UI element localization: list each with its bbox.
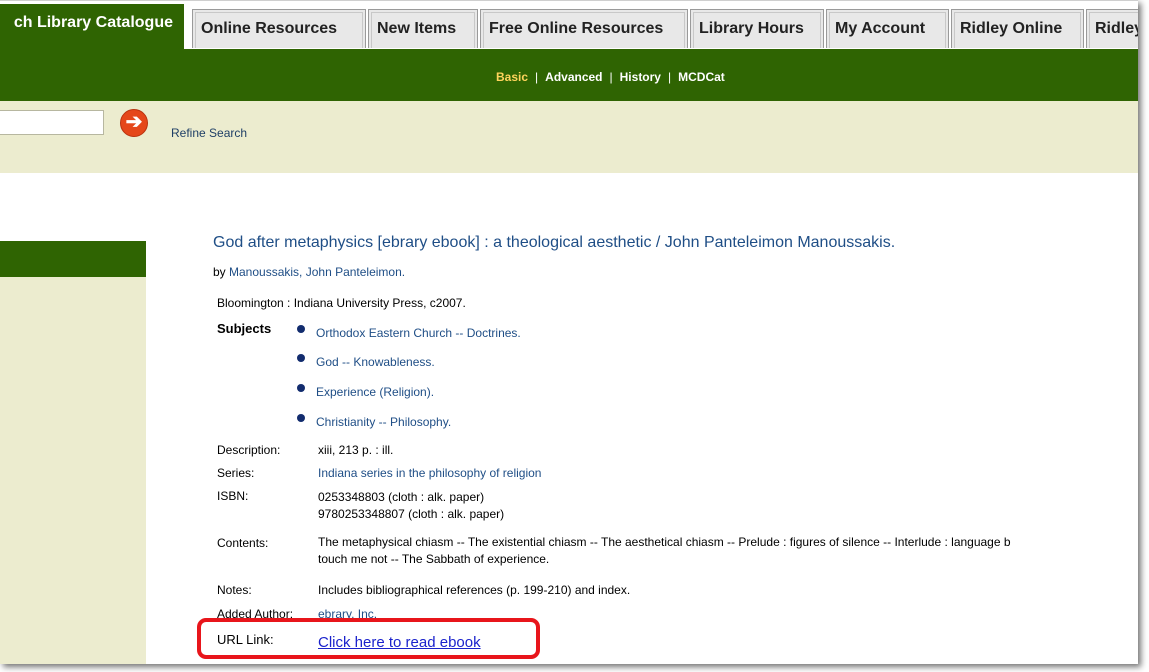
description-value: xiii, 213 p. : ill. xyxy=(318,443,394,457)
url-link-label: URL Link: xyxy=(217,632,274,647)
subnav-separator: | xyxy=(667,70,672,84)
contents-line: The metaphysical chiasm -- The existenti… xyxy=(318,535,1011,549)
subnav-separator: | xyxy=(609,70,613,84)
subjects-label: Subjects xyxy=(217,321,272,336)
tab-my-account[interactable]: My Account xyxy=(826,9,949,48)
subject-text: Christianity -- Philosophy. xyxy=(316,415,452,429)
search-bar-area: ➔ Refine Search xyxy=(0,101,1138,173)
isbn-line: 0253348803 (cloth : alk. paper) xyxy=(318,490,485,504)
tab-label: Ridley Online xyxy=(960,20,1063,37)
bullet-icon xyxy=(297,354,305,362)
search-mode-nav: Basic | Advanced | History | MCDCat xyxy=(0,49,1138,101)
subject-text: God -- Knowableness. xyxy=(316,355,435,369)
bullet-icon xyxy=(297,384,305,392)
isbn-value: 0253348803 (cloth : alk. paper) 97802533… xyxy=(318,489,504,523)
by-prefix: by xyxy=(213,265,230,279)
record-title[interactable]: God after metaphysics [ebrary ebook] : a… xyxy=(213,234,895,252)
arrow-right-circle-icon: ➔ xyxy=(125,111,143,133)
tab-online-resources[interactable]: Online Resources xyxy=(192,9,366,48)
tab-new-items[interactable]: New Items xyxy=(368,9,478,48)
subject-text: Orthodox Eastern Church -- Doctrines. xyxy=(316,326,521,340)
tab-library-catalogue[interactable]: ch Library Catalogue xyxy=(0,4,184,50)
subnav-basic-link[interactable]: Basic xyxy=(496,70,528,84)
description-label: Description: xyxy=(217,443,281,457)
catalogue-window: ch Library Catalogue Online Resources Ne… xyxy=(0,0,1138,664)
contents-value: The metaphysical chiasm -- The existenti… xyxy=(318,534,1011,568)
isbn-line: 9780253348807 (cloth : alk. paper) xyxy=(318,507,505,521)
tab-ridley[interactable]: Ridley xyxy=(1086,9,1138,48)
author-link[interactable]: Manoussakis, John Panteleimon. xyxy=(229,265,405,279)
series-link[interactable]: Indiana series in the philosophy of reli… xyxy=(318,466,541,480)
read-ebook-link[interactable]: Click here to read ebook xyxy=(318,634,481,651)
contents-label: Contents: xyxy=(217,536,269,550)
subnav-history-link[interactable]: History xyxy=(620,70,661,84)
bullet-icon xyxy=(297,325,305,333)
tab-label: Ridley xyxy=(1095,20,1138,37)
refine-search-link[interactable]: Refine Search xyxy=(171,126,247,140)
contents-line: touch me not -- The Sabbath of experienc… xyxy=(318,552,550,566)
bullet-icon xyxy=(297,414,305,422)
tab-label: Free Online Resources xyxy=(489,20,664,37)
search-go-button[interactable]: ➔ xyxy=(120,109,148,137)
subject-link[interactable]: Christianity -- Philosophy. xyxy=(297,414,452,429)
subject-link[interactable]: Orthodox Eastern Church -- Doctrines. xyxy=(297,325,521,340)
subnav-mcdcat-link[interactable]: MCDCat xyxy=(678,70,725,84)
tab-label: New Items xyxy=(377,20,457,37)
subject-text: Experience (Religion). xyxy=(316,385,435,399)
notes-value: Includes bibliographical references (p. … xyxy=(318,583,631,597)
tab-label: Library Hours xyxy=(699,20,804,37)
left-panel xyxy=(0,277,146,664)
tab-free-online-resources[interactable]: Free Online Resources xyxy=(480,9,688,48)
tab-library-hours[interactable]: Library Hours xyxy=(690,9,824,48)
isbn-label: ISBN: xyxy=(217,489,249,503)
left-panel-header xyxy=(0,241,146,277)
top-tab-bar: ch Library Catalogue Online Resources Ne… xyxy=(0,0,1138,50)
notes-label: Notes: xyxy=(217,583,252,597)
subject-link[interactable]: Experience (Religion). xyxy=(297,384,435,399)
series-label: Series: xyxy=(217,466,255,480)
subnav-advanced-link[interactable]: Advanced xyxy=(545,70,602,84)
subject-link[interactable]: God -- Knowableness. xyxy=(297,354,435,369)
record-byline: by Manoussakis, John Panteleimon. xyxy=(213,265,405,279)
tab-label: Online Resources xyxy=(201,20,338,37)
search-input[interactable] xyxy=(0,110,104,135)
tab-ridley-online[interactable]: Ridley Online xyxy=(951,9,1084,48)
publication-info: Bloomington : Indiana University Press, … xyxy=(217,296,466,310)
tab-label: ch Library Catalogue xyxy=(13,14,173,31)
tab-label: My Account xyxy=(835,20,926,37)
subnav-separator: | xyxy=(535,70,539,84)
